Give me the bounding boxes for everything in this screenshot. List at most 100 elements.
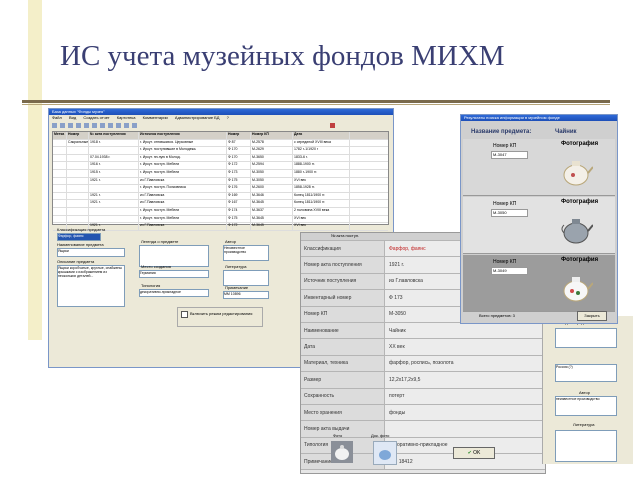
right-author-label: Автор	[579, 390, 590, 395]
table-row[interactable]: г. Иркут. поступившие в Молодежь Ф 170 М-2…	[53, 147, 388, 155]
toolbar-new-icon[interactable]	[52, 122, 57, 128]
table-cell: 2 половина XVIII века	[293, 207, 350, 215]
author-label: Автор	[225, 239, 236, 244]
table-row[interactable]: 1916 г. г. Иркут. поступ. Мебели Ф 172 М-25…	[53, 162, 388, 170]
toolbar-save-icon[interactable]	[68, 122, 73, 128]
table-cell	[67, 154, 89, 162]
detail-row-value[interactable]: потерт	[385, 388, 545, 404]
toolbar-prev-icon[interactable]	[92, 122, 97, 128]
toolbar-print-icon[interactable]	[132, 122, 137, 128]
table-cell: М-3645	[251, 223, 293, 230]
object-name-field[interactable]: Ящики	[57, 248, 125, 257]
result-item[interactable]: Номер КП М-3047 Фотография	[463, 139, 615, 196]
toolbar-exit-icon[interactable]	[330, 122, 335, 128]
toolbar-first-icon[interactable]	[84, 122, 89, 128]
table-cell: Ф 175	[227, 177, 251, 185]
detail-row-value[interactable]: 12,2х17,2х9,5	[385, 372, 545, 388]
object-name-label: Наименование предмета	[57, 242, 104, 247]
menu-report[interactable]: Создать отчет	[83, 115, 109, 120]
table-cell: из Г.Павловска	[139, 192, 227, 200]
table-cell	[53, 215, 67, 223]
detail-row-value[interactable]: фарфор, роспись, позолота	[385, 355, 545, 372]
typology-label: Типология	[141, 283, 161, 288]
right-literature-field[interactable]	[555, 430, 617, 462]
menu-file[interactable]: Файл	[52, 115, 62, 120]
table-cell: 07.04.1938 г.	[89, 154, 139, 162]
table-cell: Сакральные	[67, 139, 89, 147]
col-header[interactable]: Номер	[67, 132, 89, 139]
ok-button[interactable]: ✔ OK	[453, 447, 495, 459]
detail-row-key: Номер акта поступления	[301, 257, 385, 273]
classification-select[interactable]: Фарфор, фаянс	[57, 233, 101, 241]
col-header[interactable]: Номер	[227, 132, 251, 139]
place-created-field[interactable]: Германия	[139, 270, 209, 278]
table-cell: М-2578	[251, 139, 293, 147]
detail-row: Место хранения фонды	[301, 404, 545, 422]
table-cell	[53, 169, 67, 177]
note-field[interactable]: ММ 10896	[223, 291, 269, 299]
teapot-photo	[563, 161, 593, 186]
right-author-field[interactable]: неизвестное производство	[555, 396, 617, 416]
table-row[interactable]: г. Иркут. поступ. Полковника Ф 176 М-2600 1…	[53, 185, 388, 193]
table-cell	[53, 147, 67, 154]
result-item[interactable]: Номер КП М-3049 Фотография	[463, 255, 615, 312]
table-cell: Ф 174	[227, 207, 251, 215]
table-row[interactable]: 1921 г. из Г.Павловска Ф 175 М-3050 XVI век	[53, 177, 388, 186]
toolbar-search-icon[interactable]	[124, 122, 129, 128]
result-item[interactable]: Номер КП М-3050 Фотография	[463, 197, 615, 254]
menu-comments[interactable]: Комментарии	[143, 115, 168, 120]
toolbar-last-icon[interactable]	[108, 122, 113, 128]
menu-cards[interactable]: Картотека	[117, 115, 136, 120]
table-row[interactable]: 07.04.1938 г. г. Иркут. пп-ную в Молод. Ф …	[53, 154, 388, 163]
table-cell: 1858-1928 гг.	[293, 185, 350, 192]
table-cell: Ф 175	[227, 215, 251, 223]
col-header[interactable]: Дата	[293, 132, 350, 139]
slide-title: ИС учета музейных фондов МИХМ	[60, 40, 505, 72]
detail-row-value[interactable]	[385, 421, 545, 437]
table-cell: г. Иркут. отнявшихся. Церковные	[139, 139, 227, 147]
teapot-photo	[563, 277, 593, 302]
right-country-field[interactable]: Россия (?)	[555, 364, 617, 382]
detail-row-value[interactable]: XX век	[385, 339, 545, 355]
photo-thumbnail[interactable]	[331, 441, 353, 463]
col-header[interactable]: Метка	[53, 132, 67, 139]
literature-field[interactable]	[223, 270, 269, 286]
table-cell: 1918 г.	[89, 139, 139, 147]
title-divider-thin	[22, 104, 610, 105]
search-window-title: Результаты поиска информации в музейном …	[464, 115, 560, 120]
toolbar-next-icon[interactable]	[100, 122, 105, 128]
toolbar-delete-icon[interactable]	[76, 122, 81, 128]
detail-row: Наименование Чайник	[301, 322, 545, 340]
menu-admin[interactable]: Администрирование БД	[175, 115, 220, 120]
description-field[interactable]: Ящики коробчатые, круглые, снабжены крыш…	[57, 265, 125, 307]
doc-photo-thumbnail[interactable]	[373, 441, 397, 465]
table-cell: из Г.Павловска	[139, 200, 227, 207]
col-header[interactable]: № акта поступления	[89, 132, 139, 139]
author-field[interactable]: Неизвестное производство	[223, 245, 269, 261]
toolbar-open-icon[interactable]	[60, 122, 65, 128]
table-row[interactable]: 1921 г. из Г.Павловска Ф 167 М-3645 Конец 18…	[53, 200, 388, 208]
table-row[interactable]: г. Иркут. поступ. Мебели Ф 175 М-3645 XVI в…	[53, 215, 388, 224]
table-row[interactable]: Сакральные 1918 г. г. Иркут. отнявшихся. Ц…	[53, 139, 388, 148]
menu-help[interactable]: ?	[227, 115, 229, 120]
search-results-window: Результаты поиска информации в музейном …	[460, 114, 618, 324]
table-row[interactable]: г. Иркут. поступ. Мебели Ф 174 М-3637 2 пол…	[53, 207, 388, 216]
right-legend-field[interactable]	[555, 328, 617, 348]
edit-mode-checkbox[interactable]	[181, 311, 188, 318]
menu-view[interactable]: Вид	[69, 115, 76, 120]
table-cell: 1921 г.	[89, 177, 139, 185]
toolbar-filter-icon[interactable]	[116, 122, 121, 128]
detail-row-value[interactable]: Чайник	[385, 322, 545, 339]
table-row[interactable]: 1921 г. из Г.Павловска Ф 169 М-3646 Конец 18…	[53, 192, 388, 201]
col-header[interactable]: Источник поступления	[139, 132, 227, 139]
col-header[interactable]: Номер КП	[251, 132, 293, 139]
detail-row-value[interactable]: фонды	[385, 404, 545, 421]
typology-field[interactable]: декоративно-прикладное	[139, 289, 209, 297]
detail-row-key: Дата	[301, 339, 385, 355]
table-cell: Конец 1811/1900 гг.	[293, 200, 350, 207]
table-cell	[67, 177, 89, 185]
close-button[interactable]: Закрыть	[577, 311, 607, 321]
table-cell: М-2629	[251, 147, 293, 154]
table-row[interactable]: 1915 г. г. Иркут. поступ. Мебели Ф 173 М-30…	[53, 169, 388, 178]
table-cell	[67, 192, 89, 200]
